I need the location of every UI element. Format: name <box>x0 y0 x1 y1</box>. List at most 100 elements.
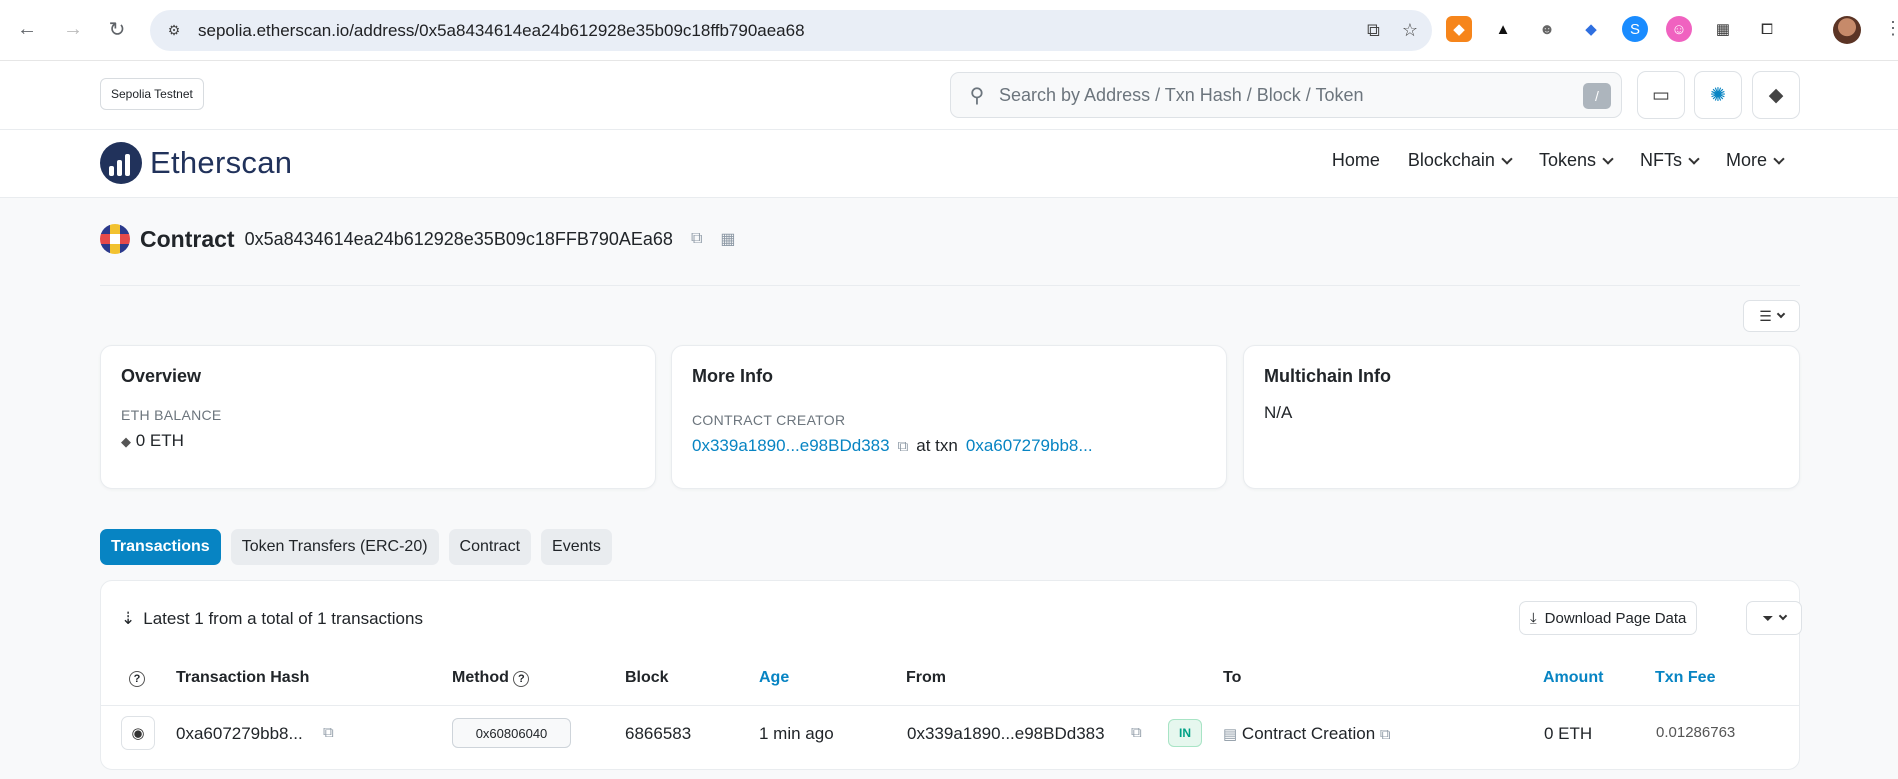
chevron-down-icon <box>1688 152 1700 165</box>
tab-events[interactable]: Events <box>541 529 612 565</box>
nav-home[interactable]: Home <box>1332 150 1380 171</box>
reload-icon[interactable]: ↻ <box>102 14 132 44</box>
tab-transactions[interactable]: Transactions <box>100 529 221 565</box>
view-options-button[interactable]: ☰ <box>1743 300 1800 332</box>
nav-tokens[interactable]: Tokens <box>1539 150 1614 171</box>
contract-creator-label: CONTRACT CREATOR <box>692 412 846 428</box>
multichain-card: Multichain Info N/A <box>1243 345 1800 489</box>
direction-badge: IN <box>1168 719 1202 747</box>
site-info-icon[interactable]: ⚙ <box>164 21 184 41</box>
age-value: 1 min ago <box>759 724 834 743</box>
column-block: Block <box>625 669 669 686</box>
eth-balance-value: ◆ 0 ETH <box>121 431 184 450</box>
qr-code-icon[interactable]: ▦ <box>720 229 735 249</box>
contract-header: Contract 0x5a8434614ea24b612928e35B09c18… <box>100 224 736 254</box>
download-page-data-button[interactable]: ⤓ Download Page Data <box>1519 601 1698 635</box>
table-divider <box>101 705 1799 706</box>
browser-chrome: ← → ↻ ⚙ sepolia.etherscan.io/address/0x5… <box>0 0 1898 61</box>
tab-contract[interactable]: Contract <box>448 529 532 565</box>
help-icon[interactable]: ? <box>129 669 145 687</box>
column-transaction-hash: Transaction Hash <box>176 669 310 686</box>
column-from: From <box>906 669 946 686</box>
document-icon: ▤ <box>1223 726 1238 743</box>
nav-blockchain[interactable]: Blockchain <box>1408 150 1513 171</box>
s-extension-icon[interactable]: S <box>1622 16 1648 42</box>
to-value: ▤ Contract Creation ⧉ <box>1223 724 1391 743</box>
address-bar[interactable]: ⚙ sepolia.etherscan.io/address/0x5a84346… <box>150 10 1432 51</box>
overview-card: Overview ETH BALANCE ◆ 0 ETH <box>100 345 656 489</box>
download-icon: ⤓ <box>1530 609 1537 627</box>
chevron-down-icon <box>1778 611 1787 621</box>
at-txn-label: at txn <box>916 436 958 455</box>
creation-txn-link[interactable]: 0xa607279bb8... <box>966 436 1093 456</box>
chevron-down-icon <box>1773 152 1785 165</box>
extensions-puzzle-icon[interactable]: ⧠ <box>1754 16 1780 42</box>
contract-creator-row: 0x339a1890...e98BDd383 ⧉ at txn 0xa60727… <box>692 436 1206 456</box>
more-info-card: More Info CONTRACT CREATOR 0x339a1890...… <box>671 345 1227 489</box>
nav-nfts[interactable]: NFTs <box>1640 150 1700 171</box>
tab-token-transfers[interactable]: Token Transfers (ERC-20) <box>230 529 439 565</box>
eye-icon[interactable]: ◉ <box>121 716 155 750</box>
amount-value: 0 ETH <box>1544 724 1593 743</box>
search-input[interactable]: ⚲ Search by Address / Txn Hash / Block /… <box>950 72 1622 118</box>
bookmark-star-icon[interactable]: ☆ <box>1402 20 1418 41</box>
column-amount[interactable]: Amount <box>1543 669 1603 687</box>
multichain-value: N/A <box>1264 403 1293 422</box>
chrome-menu-icon[interactable]: ⋮ <box>1884 18 1898 39</box>
etherscan-logo-icon <box>100 142 142 184</box>
block-link[interactable]: 6866583 <box>625 724 691 744</box>
column-age[interactable]: Age <box>759 669 789 687</box>
contract-blockie-icon <box>100 224 130 254</box>
search-icon: ⚲ <box>969 84 985 107</box>
column-txn-fee[interactable]: Txn Fee <box>1655 669 1715 687</box>
chevron-down-icon <box>1501 152 1513 165</box>
list-icon: ☰ <box>1759 307 1772 324</box>
nav-more[interactable]: More <box>1726 150 1785 171</box>
help-icon[interactable]: ? <box>513 671 530 687</box>
search-shortcut: / <box>1583 83 1611 109</box>
overview-title: Overview <box>121 366 202 386</box>
copy-icon[interactable]: ⧉ <box>898 438 909 455</box>
theme-sun-icon[interactable]: ✺ <box>1694 71 1742 119</box>
method-badge: 0x60806040 <box>452 718 571 748</box>
search-placeholder: Search by Address / Txn Hash / Block / T… <box>999 84 1364 105</box>
robot-extension-icon[interactable]: ☻ <box>1534 16 1560 42</box>
qr-extension-icon[interactable]: ▦ <box>1710 16 1736 42</box>
column-method: Method ? <box>452 669 530 687</box>
bird-extension-icon[interactable]: ▲ <box>1490 16 1516 42</box>
ethereum-icon: ◆ <box>121 434 131 449</box>
chevron-down-icon <box>1602 152 1614 165</box>
eth-balance-label: ETH BALANCE <box>121 407 222 423</box>
from-address-link[interactable]: 0x339a1890...e98BDd383 <box>907 724 1105 744</box>
transactions-card: ⇣ Latest 1 from a total of 1 transaction… <box>100 580 1802 770</box>
filter-button[interactable]: ⏷ <box>1746 601 1802 635</box>
contract-address: 0x5a8434614ea24b612928e35B09c18FFB790AEa… <box>244 228 673 249</box>
face-extension-icon[interactable]: ☺ <box>1666 16 1692 42</box>
book-icon[interactable]: ▭ <box>1637 71 1685 119</box>
back-icon[interactable]: ← <box>12 14 42 44</box>
txn-hash-link[interactable]: 0xa607279bb8... <box>176 724 303 744</box>
ethereum-icon[interactable]: ◆ <box>1752 71 1800 119</box>
metamask-extension-icon[interactable]: ◆ <box>1446 16 1472 42</box>
page-title: Contract <box>140 225 235 252</box>
chevron-down-icon <box>1776 309 1786 319</box>
tab-bar: Transactions Token Transfers (ERC-20) Co… <box>100 529 612 565</box>
divider <box>100 285 1800 286</box>
etherscan-logo[interactable]: Etherscan <box>100 142 292 184</box>
copy-icon[interactable]: ⧉ <box>323 724 334 741</box>
network-badge[interactable]: Sepolia Testnet <box>100 78 204 110</box>
txn-fee-value: 0.01286763 <box>1656 724 1736 741</box>
transactions-summary: ⇣ Latest 1 from a total of 1 transaction… <box>121 609 423 628</box>
filter-icon: ⏷ <box>1762 609 1774 626</box>
column-to: To <box>1223 669 1242 686</box>
creator-address-link[interactable]: 0x339a1890...e98BDd383 <box>692 436 890 456</box>
cap-extension-icon[interactable]: ◆ <box>1578 16 1604 42</box>
translate-icon[interactable]: ⧉ <box>1367 20 1380 41</box>
copy-icon[interactable]: ⧉ <box>1131 724 1142 741</box>
forward-icon[interactable]: → <box>58 14 88 44</box>
url-text: sepolia.etherscan.io/address/0x5a8434614… <box>198 20 805 40</box>
copy-icon[interactable]: ⧉ <box>1380 726 1391 743</box>
profile-avatar[interactable] <box>1833 16 1861 44</box>
brand-name: Etherscan <box>150 145 293 180</box>
copy-icon[interactable]: ⧉ <box>691 230 702 248</box>
